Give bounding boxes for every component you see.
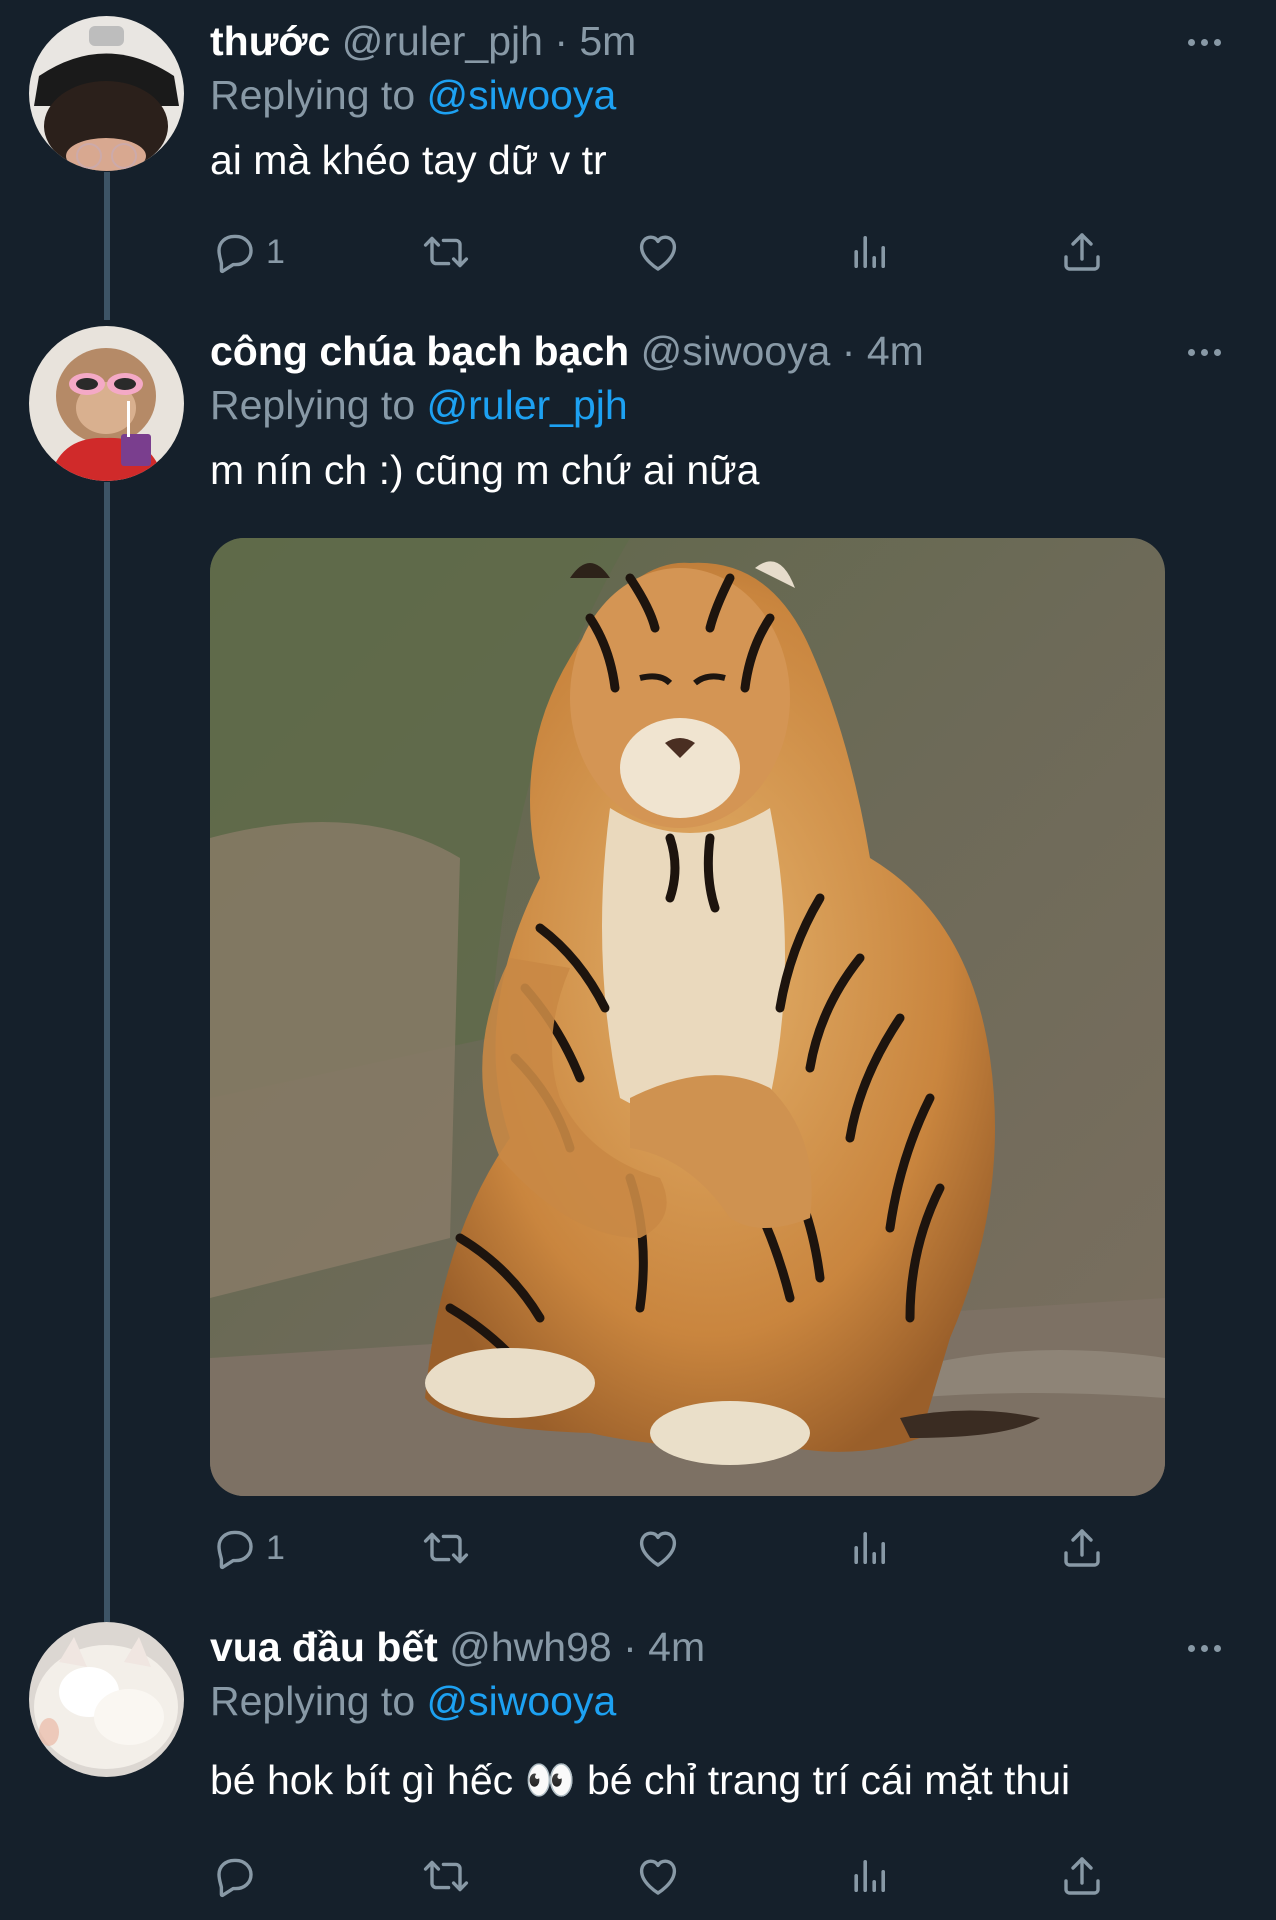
replying-to-label: Replying to <box>210 382 416 428</box>
user-handle[interactable]: @hwh98 <box>449 1624 611 1670</box>
display-name[interactable]: vua đầu bết <box>210 1624 438 1670</box>
separator-dot: · <box>841 328 856 374</box>
retweet-button[interactable] <box>422 1518 470 1578</box>
heart-icon <box>634 228 682 276</box>
analytics-icon <box>846 1524 894 1572</box>
avatar[interactable] <box>29 16 184 171</box>
display-name[interactable]: thước <box>210 18 330 64</box>
share-icon <box>1058 1852 1106 1900</box>
more-button[interactable] <box>1174 332 1234 372</box>
share-button[interactable] <box>1058 222 1106 282</box>
share-button[interactable] <box>1058 1518 1106 1578</box>
timestamp[interactable]: 4m <box>867 328 924 374</box>
tweet-actions <box>210 1846 1110 1906</box>
share-icon <box>1058 1524 1106 1572</box>
heart-icon <box>634 1524 682 1572</box>
reply-button[interactable]: 1 <box>210 1518 285 1578</box>
replying-to: Replying to @siwooya <box>210 68 1216 122</box>
tweet-text: bé hok bít gì hếc 👀 bé chỉ trang trí cái… <box>210 1757 1071 1803</box>
reply-icon <box>210 1524 258 1572</box>
separator-dot: · <box>623 1624 637 1670</box>
heart-icon <box>634 1852 682 1900</box>
reply-count: 1 <box>266 1528 285 1567</box>
reply-button[interactable] <box>210 1846 266 1906</box>
analytics-icon <box>846 1852 894 1900</box>
tweet-actions: 1 <box>210 1518 1110 1578</box>
more-button[interactable] <box>1174 22 1234 62</box>
reply-button[interactable]: 1 <box>210 222 285 282</box>
tweet[interactable]: thước @ruler_pjh · 5m Replying to @siwoo… <box>0 0 1276 320</box>
like-button[interactable] <box>634 222 682 282</box>
display-name[interactable]: công chúa bạch bạch <box>210 328 629 374</box>
like-button[interactable] <box>634 1846 682 1906</box>
retweet-icon <box>422 1524 470 1572</box>
retweet-icon <box>422 1852 470 1900</box>
avatar[interactable] <box>29 1622 184 1777</box>
replying-to: Replying to @ruler_pjh <box>210 378 1216 432</box>
tweet-media-image[interactable] <box>210 538 1165 1496</box>
analytics-button[interactable] <box>846 222 894 282</box>
reply-icon <box>210 1852 258 1900</box>
separator-dot: · <box>554 18 568 64</box>
retweet-icon <box>422 228 470 276</box>
analytics-icon <box>846 228 894 276</box>
timestamp[interactable]: 4m <box>648 1624 705 1670</box>
tweet-actions: 1 <box>210 222 1110 282</box>
like-button[interactable] <box>634 1518 682 1578</box>
tweet[interactable]: công chúa bạch bạch @siwooya · 4m Replyi… <box>0 320 1276 1620</box>
reply-icon <box>210 228 258 276</box>
more-icon <box>1187 1644 1195 1652</box>
reply-count: 1 <box>266 232 285 271</box>
analytics-button[interactable] <box>846 1518 894 1578</box>
share-button[interactable] <box>1058 1846 1106 1906</box>
mention-link[interactable]: @siwooya <box>427 72 617 118</box>
replying-to-label: Replying to <box>210 1678 416 1724</box>
avatar[interactable] <box>29 326 184 481</box>
more-button[interactable] <box>1174 1628 1234 1668</box>
user-handle[interactable]: @ruler_pjh <box>342 18 543 64</box>
more-icon <box>1187 38 1195 46</box>
tweet-text: m nín ch :) cũng m chứ ai nữa <box>210 447 760 493</box>
more-icon <box>1187 348 1195 356</box>
retweet-button[interactable] <box>422 1846 470 1906</box>
retweet-button[interactable] <box>422 222 470 282</box>
replying-to-label: Replying to <box>210 72 416 118</box>
analytics-button[interactable] <box>846 1846 894 1906</box>
mention-link[interactable]: @ruler_pjh <box>427 382 628 428</box>
tweet[interactable]: vua đầu bết @hwh98 · 4m Replying to @siw… <box>0 1620 1276 1920</box>
tweet-text: ai mà khéo tay dữ v tr <box>210 137 607 183</box>
user-handle[interactable]: @siwooya <box>641 328 831 374</box>
share-icon <box>1058 228 1106 276</box>
replying-to: Replying to @siwooya <box>210 1674 1216 1728</box>
timestamp[interactable]: 5m <box>579 18 636 64</box>
mention-link[interactable]: @siwooya <box>427 1678 617 1724</box>
